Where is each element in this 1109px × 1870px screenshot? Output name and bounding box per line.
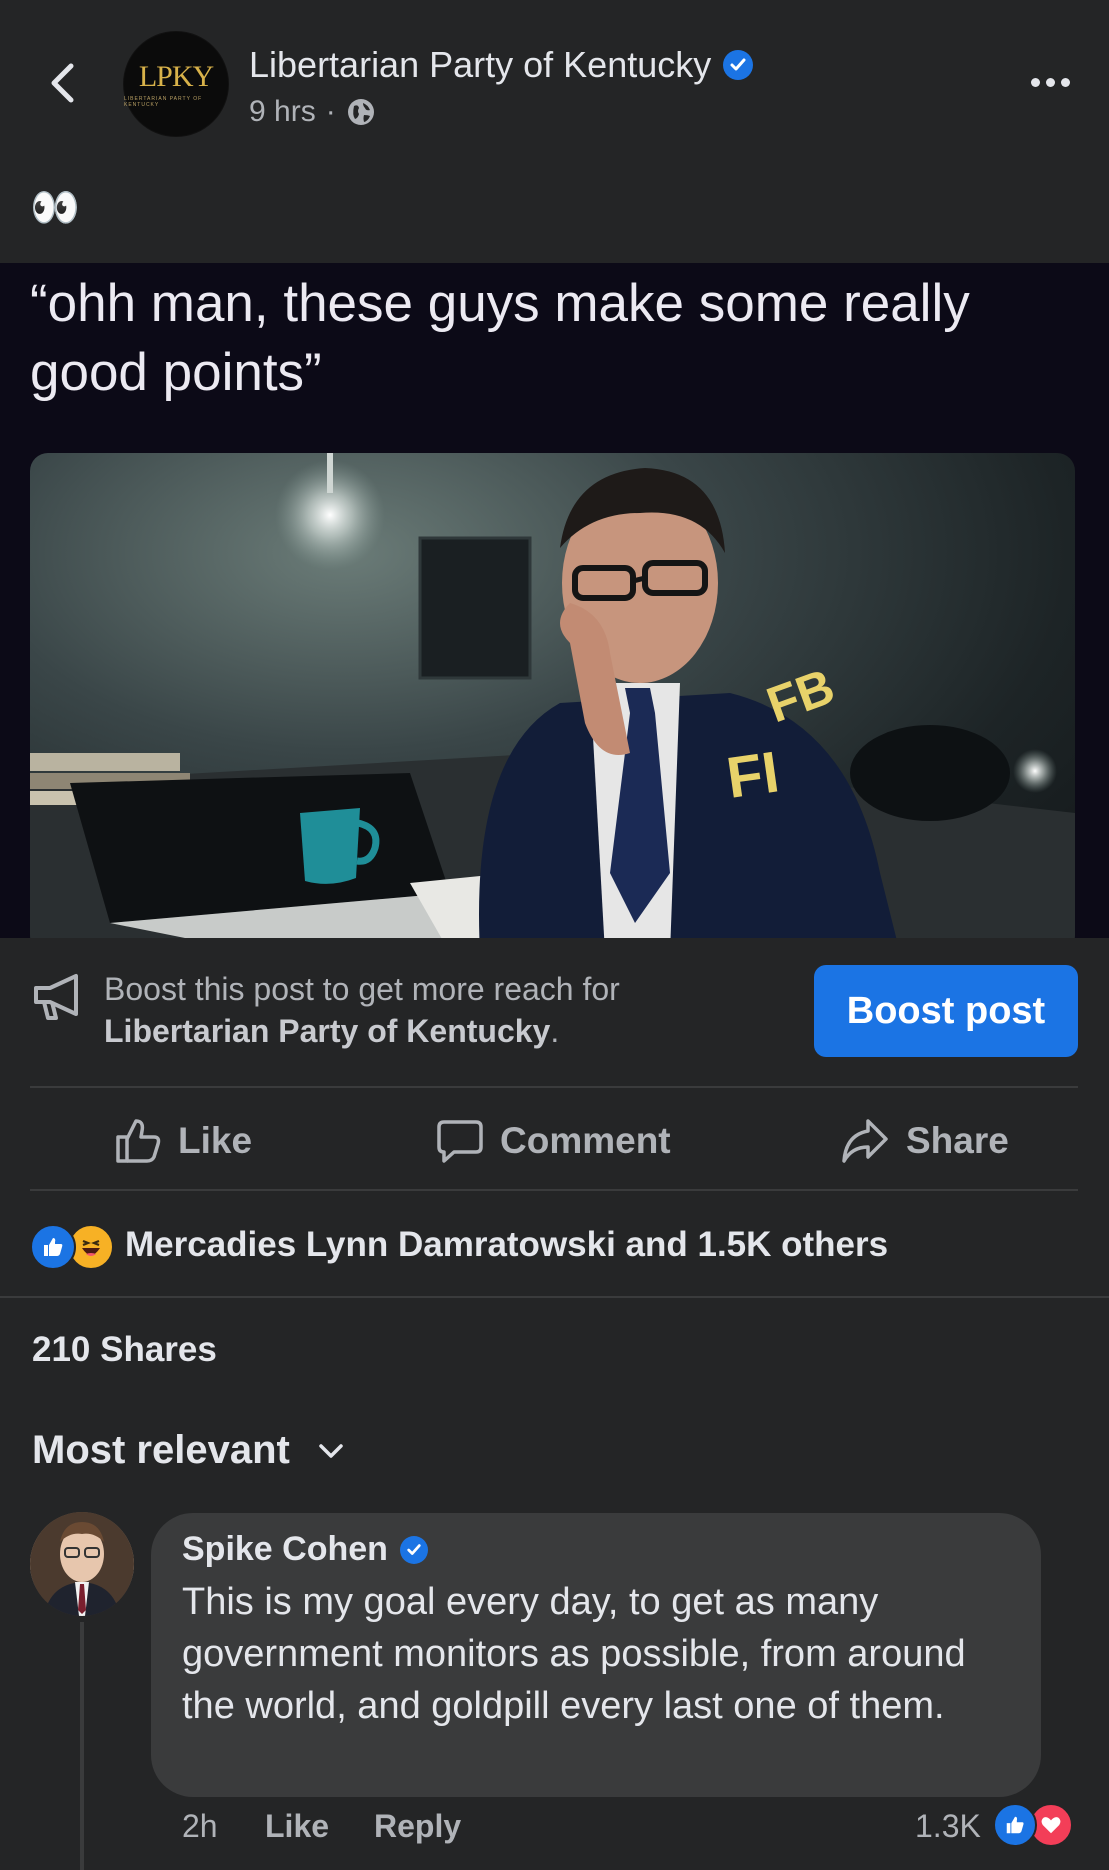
boost-post-button[interactable]: Boost post: [814, 965, 1078, 1057]
comment-button[interactable]: Comment: [436, 1108, 671, 1174]
comment-sort-dropdown[interactable]: Most relevant: [32, 1428, 344, 1473]
page-logo: LPKY: [138, 60, 214, 93]
comment-reaction-count[interactable]: 1.3K: [915, 1808, 981, 1845]
share-arrow-icon: [842, 1119, 888, 1163]
commenter-name-row: Spike Cohen: [182, 1530, 428, 1569]
post-time[interactable]: 9 hrs: [249, 95, 316, 129]
like-reaction-icon: [30, 1224, 76, 1270]
page-logo-subtext: LIBERTARIAN PARTY OF KENTUCKY: [124, 96, 203, 108]
comment-label: Comment: [500, 1120, 671, 1161]
share-label: Share: [906, 1120, 1009, 1161]
comment-time[interactable]: 2h: [182, 1808, 218, 1845]
like-reaction-icon: [993, 1803, 1037, 1847]
verified-badge-icon: [399, 1535, 428, 1564]
post-image[interactable]: “ohh man, these guys make some really go…: [0, 263, 1109, 938]
share-button[interactable]: Share: [840, 1108, 1009, 1174]
shares-count[interactable]: 210 Shares: [32, 1330, 217, 1370]
more-options-button[interactable]: [1020, 60, 1080, 104]
commenter-portrait: [30, 1512, 134, 1616]
commenter-avatar[interactable]: [30, 1512, 134, 1616]
reaction-icons[interactable]: [30, 1224, 114, 1270]
divider: [30, 1189, 1078, 1191]
post-meta: 9 hrs ·: [249, 95, 376, 129]
globe-icon: [347, 99, 374, 125]
like-label: Like: [178, 1120, 253, 1161]
sort-label: Most relevant: [32, 1428, 290, 1472]
post-text: 👀: [30, 186, 80, 230]
office-photo: FB FI: [30, 453, 1075, 938]
comment-text: This is my goal every day, to get as man…: [182, 1581, 966, 1727]
jacket-badge-lower: FI: [723, 739, 783, 811]
divider: [0, 1296, 1109, 1298]
megaphone-icon: [30, 972, 86, 1022]
reply-thread-line: [80, 1622, 84, 1870]
thumbs-up-icon: [116, 1119, 161, 1163]
divider: [30, 1086, 1078, 1088]
boost-page-name: Libertarian Party of Kentucky: [104, 1013, 551, 1049]
comment-reply-button[interactable]: Reply: [374, 1808, 461, 1845]
page-name-row: Libertarian Party of Kentucky: [249, 44, 754, 86]
back-button[interactable]: [40, 58, 84, 108]
reactors-summary[interactable]: Mercadies Lynn Damratowski and 1.5K othe…: [125, 1224, 888, 1266]
boost-message-line: Boost this post to get more reach for: [104, 971, 620, 1007]
comment-like-button[interactable]: Like: [265, 1808, 329, 1845]
comment-reaction-icons[interactable]: [993, 1803, 1073, 1847]
chevron-left-icon: [51, 63, 74, 103]
page-name[interactable]: Libertarian Party of Kentucky: [249, 44, 711, 86]
boost-period: .: [550, 1013, 560, 1049]
boost-message: Boost this post to get more reach for Li…: [104, 968, 784, 1052]
more-dots-icon: [1030, 77, 1040, 87]
image-caption: “ohh man, these guys make some really go…: [30, 274, 970, 402]
commenter-name[interactable]: Spike Cohen: [182, 1530, 388, 1569]
page-avatar[interactable]: LPKY LIBERTARIAN PARTY OF KENTUCKY: [124, 32, 228, 136]
like-button[interactable]: Like: [114, 1108, 252, 1174]
comment-bubble-icon: [437, 1120, 483, 1163]
meta-separator: ·: [325, 95, 336, 128]
office-photo-illustration: FB FI: [30, 453, 1075, 938]
chevron-down-icon: [319, 1443, 343, 1458]
verified-badge-icon: [723, 50, 754, 80]
